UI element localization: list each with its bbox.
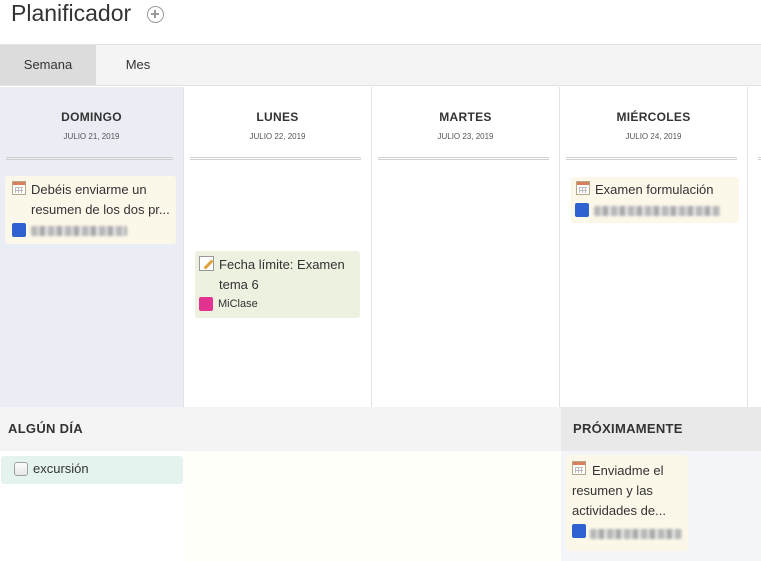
item-title[interactable]: Enviadme el resumen y las actividades de… [572, 461, 682, 521]
course-name: MiClase [218, 298, 258, 310]
calendar-icon [12, 181, 26, 195]
course-color-swatch [12, 223, 26, 237]
planner-item-event[interactable]: Debéis enviarme un resumen de los dos pr… [5, 176, 176, 244]
item-title[interactable]: Fecha límite: Examen tema 6 [199, 255, 356, 295]
day-name: MARTES [439, 110, 492, 124]
someday-background [183, 451, 561, 561]
checkbox-icon[interactable] [14, 462, 28, 476]
day-divider [566, 157, 737, 160]
blurred-course-name [590, 529, 682, 539]
course-color-swatch [575, 203, 589, 217]
course-color-swatch [199, 297, 213, 311]
item-title[interactable]: Examen formulación [575, 180, 735, 200]
day-divider [6, 157, 173, 160]
day-divider [190, 157, 361, 160]
item-title[interactable]: Debéis enviarme un resumen de los dos pr… [11, 180, 170, 220]
add-circle-icon[interactable] [147, 6, 164, 23]
course-color-swatch [572, 524, 586, 538]
day-name: MIÉRCOLES [616, 110, 691, 124]
upcoming-list: Enviadme el resumen y las actividades de… [561, 451, 761, 561]
day-date: JULIO 22, 2019 [249, 132, 306, 141]
calendar-icon [576, 181, 590, 195]
day-date: JULIO 24, 2019 [625, 132, 682, 141]
blurred-course-name [594, 206, 720, 216]
item-title[interactable]: excursión [7, 460, 177, 478]
planner-item-event[interactable]: Enviadme el resumen y las actividades de… [566, 455, 688, 551]
day-name: DOMINGO [61, 110, 122, 124]
day-column-monday: LUNES JULIO 22, 2019 Fecha límite: Exame… [184, 87, 372, 407]
upcoming-title: PRÓXIMAMENTE [573, 421, 683, 436]
planner-header: Planificador [0, 0, 761, 44]
day-date: JULIO 21, 2019 [63, 132, 120, 141]
bottom-panels: ALGÚN DÍA excursión PRÓXIMAMENTE Enviadm… [0, 407, 761, 561]
day-divider [378, 157, 549, 160]
day-column-tuesday: MARTES JULIO 23, 2019 [372, 87, 560, 407]
upcoming-header: PRÓXIMAMENTE [561, 407, 761, 451]
day-column-partial [748, 87, 761, 407]
day-column-sunday: DOMINGO JULIO 21, 2019 Debéis enviarme u… [0, 87, 184, 407]
tab-month[interactable]: Mes [96, 45, 180, 85]
someday-list: excursión [0, 451, 561, 561]
pencil-icon [199, 256, 214, 271]
planner-item-todo[interactable]: excursión [1, 456, 183, 484]
someday-title: ALGÚN DÍA [8, 421, 83, 436]
page-title: Planificador [11, 0, 132, 26]
tab-week[interactable]: Semana [0, 45, 96, 85]
blurred-course-name [31, 226, 127, 236]
day-date: JULIO 23, 2019 [437, 132, 494, 141]
calendar-icon [572, 461, 586, 475]
planner-item-assignment[interactable]: Fecha límite: Examen tema 6 MiClase [195, 251, 360, 318]
planner-item-event[interactable]: Examen formulación [571, 177, 739, 223]
day-name: LUNES [256, 110, 299, 124]
week-view: DOMINGO JULIO 21, 2019 Debéis enviarme u… [0, 87, 761, 407]
day-column-wednesday: MIÉRCOLES JULIO 24, 2019 Examen formulac… [560, 87, 748, 407]
view-tabs: Semana Mes [0, 44, 761, 86]
someday-header: ALGÚN DÍA [0, 407, 561, 451]
